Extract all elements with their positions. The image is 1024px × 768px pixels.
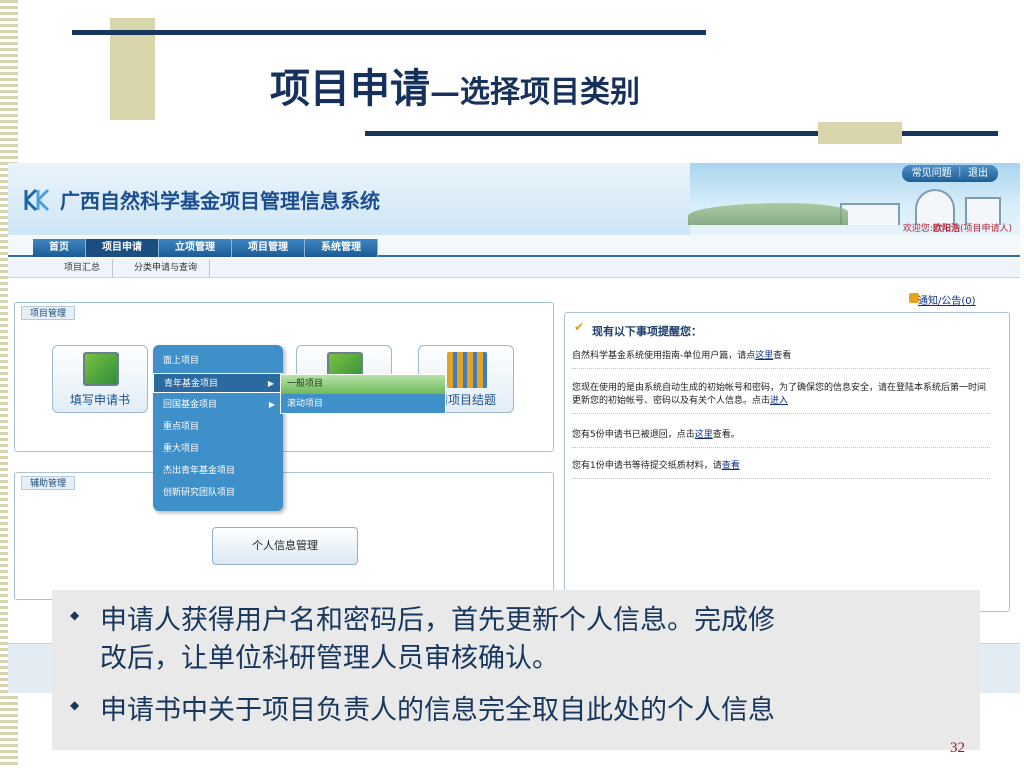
bullet-icon: ◆: [70, 608, 80, 622]
remind-row: 您有1份申请书等待提交纸质材料，请查看: [572, 460, 990, 479]
menu-item-outstanding-youth[interactable]: 杰出青年基金项目: [153, 461, 283, 481]
notice-link[interactable]: 通知/公告(0): [918, 292, 976, 307]
fill-application-button[interactable]: 填写申请书: [52, 345, 148, 413]
remind-link[interactable]: 进入: [770, 396, 788, 406]
top-links[interactable]: 常见问题 ｜ 退出: [901, 165, 998, 182]
chevron-right-icon: ▶: [267, 379, 274, 388]
remind-text: 查看。: [712, 430, 740, 440]
main-nav-bar: 首页 项目申请 立项管理 项目管理 系统管理: [33, 239, 378, 257]
project-type-menu: 面上项目 青年基金项目 ▶ 回国基金项目 ▶ 重点项目 重大项目 杰出青年基金项…: [153, 345, 283, 511]
remind-text: 查看: [773, 351, 792, 361]
nav-item-project-apply[interactable]: 项目申请: [86, 239, 159, 257]
remind-text: 您有5份申请书已被退回，点击: [572, 430, 695, 440]
remind-text: 自然科学基金系统使用指南-单位用户篇，请点: [572, 351, 756, 361]
nav-item-project-mgmt[interactable]: 项目管理: [232, 239, 305, 257]
remind-title: 现有以下事项提醒您：: [592, 325, 702, 338]
slide-title-main: 项目申请: [270, 65, 430, 112]
check-icon: ✔: [574, 320, 585, 334]
menu-item-returnee[interactable]: 回国基金项目 ▶: [153, 395, 283, 415]
slide-title: 项目申请—选择项目类别: [270, 56, 640, 116]
remind-link[interactable]: 查看: [722, 461, 740, 471]
remind-link[interactable]: 这里: [755, 351, 773, 361]
submenu-item-rolling[interactable]: 滚动项目: [281, 395, 445, 414]
decorative-square-right: [818, 122, 902, 144]
system-title: 广西自然科学基金项目管理信息系统: [60, 189, 380, 213]
remind-row: 您有5份申请书已被退回，点击这里查看。: [572, 429, 990, 448]
menu-item-general[interactable]: 面上项目: [153, 351, 283, 371]
nav-item-home[interactable]: 首页: [33, 239, 86, 257]
sub-nav-category-query[interactable]: 分类申请与查询: [122, 259, 211, 278]
chevron-right-icon: ▶: [268, 400, 275, 409]
sub-nav: 项目汇总 分类申请与查询: [8, 259, 1020, 278]
welcome-user: 欧阳浩: [932, 224, 960, 234]
page-number: 32: [950, 740, 965, 756]
building-icon: [840, 203, 900, 225]
personal-info-button[interactable]: 个人信息管理: [212, 527, 358, 565]
welcome-role: (项目申请人): [959, 224, 1012, 234]
main-nav: 首页 项目申请 立项管理 项目管理 系统管理: [8, 235, 1020, 257]
welcome-prefix: 欢迎您:: [902, 224, 933, 234]
note-line-2: 改后，让单位科研管理人员审核确认。: [100, 643, 559, 674]
menu-item-innovation-team[interactable]: 创新研究团队项目: [153, 483, 283, 503]
panel-tab-aux-mgmt: 辅助管理: [21, 476, 76, 490]
welcome-text: 欢迎您:欧阳浩(项目申请人): [903, 221, 1012, 234]
youth-submenu: 一般项目 滚动项目: [280, 374, 446, 414]
note-box: ◆ 申请人获得用户名和密码后，首先更新个人信息。完成修 改后，让单位科研管理人员…: [52, 590, 980, 750]
system-banner: 广西自然科学基金项目管理信息系统 常见问题 ｜ 退出 欢迎您:欧阳浩(项目申请人…: [8, 163, 1020, 235]
slide-title-sub: —选择项目类别: [430, 75, 640, 110]
menu-item-major[interactable]: 重大项目: [153, 439, 283, 459]
submenu-item-general[interactable]: 一般项目: [281, 375, 445, 394]
building-chart-icon: [447, 352, 487, 388]
menu-item-key[interactable]: 重点项目: [153, 417, 283, 437]
fill-application-label: 填写申请书: [69, 393, 130, 407]
remind-link[interactable]: 这里: [695, 430, 713, 440]
title-rule-top: [72, 30, 706, 35]
remind-row: 自然科学基金系统使用指南-单位用户篇，请点这里查看: [572, 350, 990, 369]
panel-tab-project-mgmt: 项目管理: [21, 306, 76, 320]
note-line-1: 申请人获得用户名和密码后，首先更新个人信息。完成修: [100, 605, 775, 636]
menu-item-youth[interactable]: 青年基金项目 ▶: [153, 373, 283, 393]
remind-text: 您有1份申请书等待提交纸质材料，请: [572, 461, 722, 471]
system-logo-icon: [24, 188, 50, 212]
nav-item-approval[interactable]: 立项管理: [159, 239, 232, 257]
note-line-3: 申请书中关于项目负责人的信息完全取自此处的个人信息: [100, 695, 775, 726]
bullet-icon: ◆: [70, 698, 80, 712]
title-rule-bottom: [365, 131, 998, 136]
computer-icon: [83, 352, 119, 386]
remind-row: 您现在使用的是由系统自动生成的初始帐号和密码，为了确保您的信息安全，请在登陆本系…: [572, 382, 990, 414]
tower-icon: [915, 189, 955, 225]
sub-nav-summary[interactable]: 项目汇总: [52, 259, 114, 278]
menu-item-returnee-label: 回国基金项目: [163, 400, 218, 410]
nav-item-system-mgmt[interactable]: 系统管理: [305, 239, 378, 257]
menu-item-youth-label: 青年基金项目: [164, 379, 219, 389]
